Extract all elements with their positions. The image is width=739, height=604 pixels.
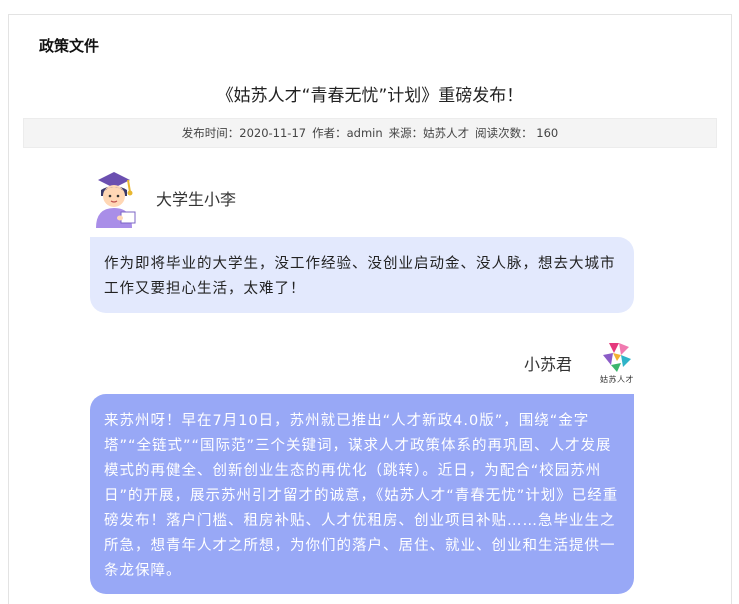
read-count: 阅读次数： 160 <box>475 126 559 140</box>
publish-time: 发布时间：2020-11-17 <box>181 126 307 140</box>
gusu-talent-logo-text: 姑苏人才 <box>600 375 634 384</box>
section-title: 政策文件 <box>39 37 100 55</box>
article-title: 《姑苏人才“青春无忧”计划》重磅发布！ <box>216 86 524 106</box>
persona-student-name: 大学生小李 <box>156 190 237 209</box>
article-meta-bar: 发布时间：2020-11-17 作者：admin 来源：姑苏人才 阅读次数： 1… <box>23 118 717 148</box>
persona-xiaosujun: 小苏君 姑苏人才 <box>524 339 640 387</box>
persona-student: 大学生小李 <box>90 168 236 228</box>
xiaosujun-message-bubble: 来苏州呀！早在7月10日，苏州就已推出“人才新政4.0版”，围绕“金字塔”“全链… <box>90 394 634 594</box>
gusu-talent-logo-icon <box>603 343 631 372</box>
graduate-student-icon <box>96 172 136 228</box>
author: 作者：admin <box>312 126 383 140</box>
persona-xiaosujun-name: 小苏君 <box>523 355 572 374</box>
gusu-talent-logo: 姑苏人才 <box>594 339 640 387</box>
student-message-bubble: 作为即将毕业的大学生，没工作经验、没创业启动金、没人脉，想去大城市工作又要担心生… <box>90 237 634 313</box>
source: 来源：姑苏人才 <box>388 126 470 140</box>
